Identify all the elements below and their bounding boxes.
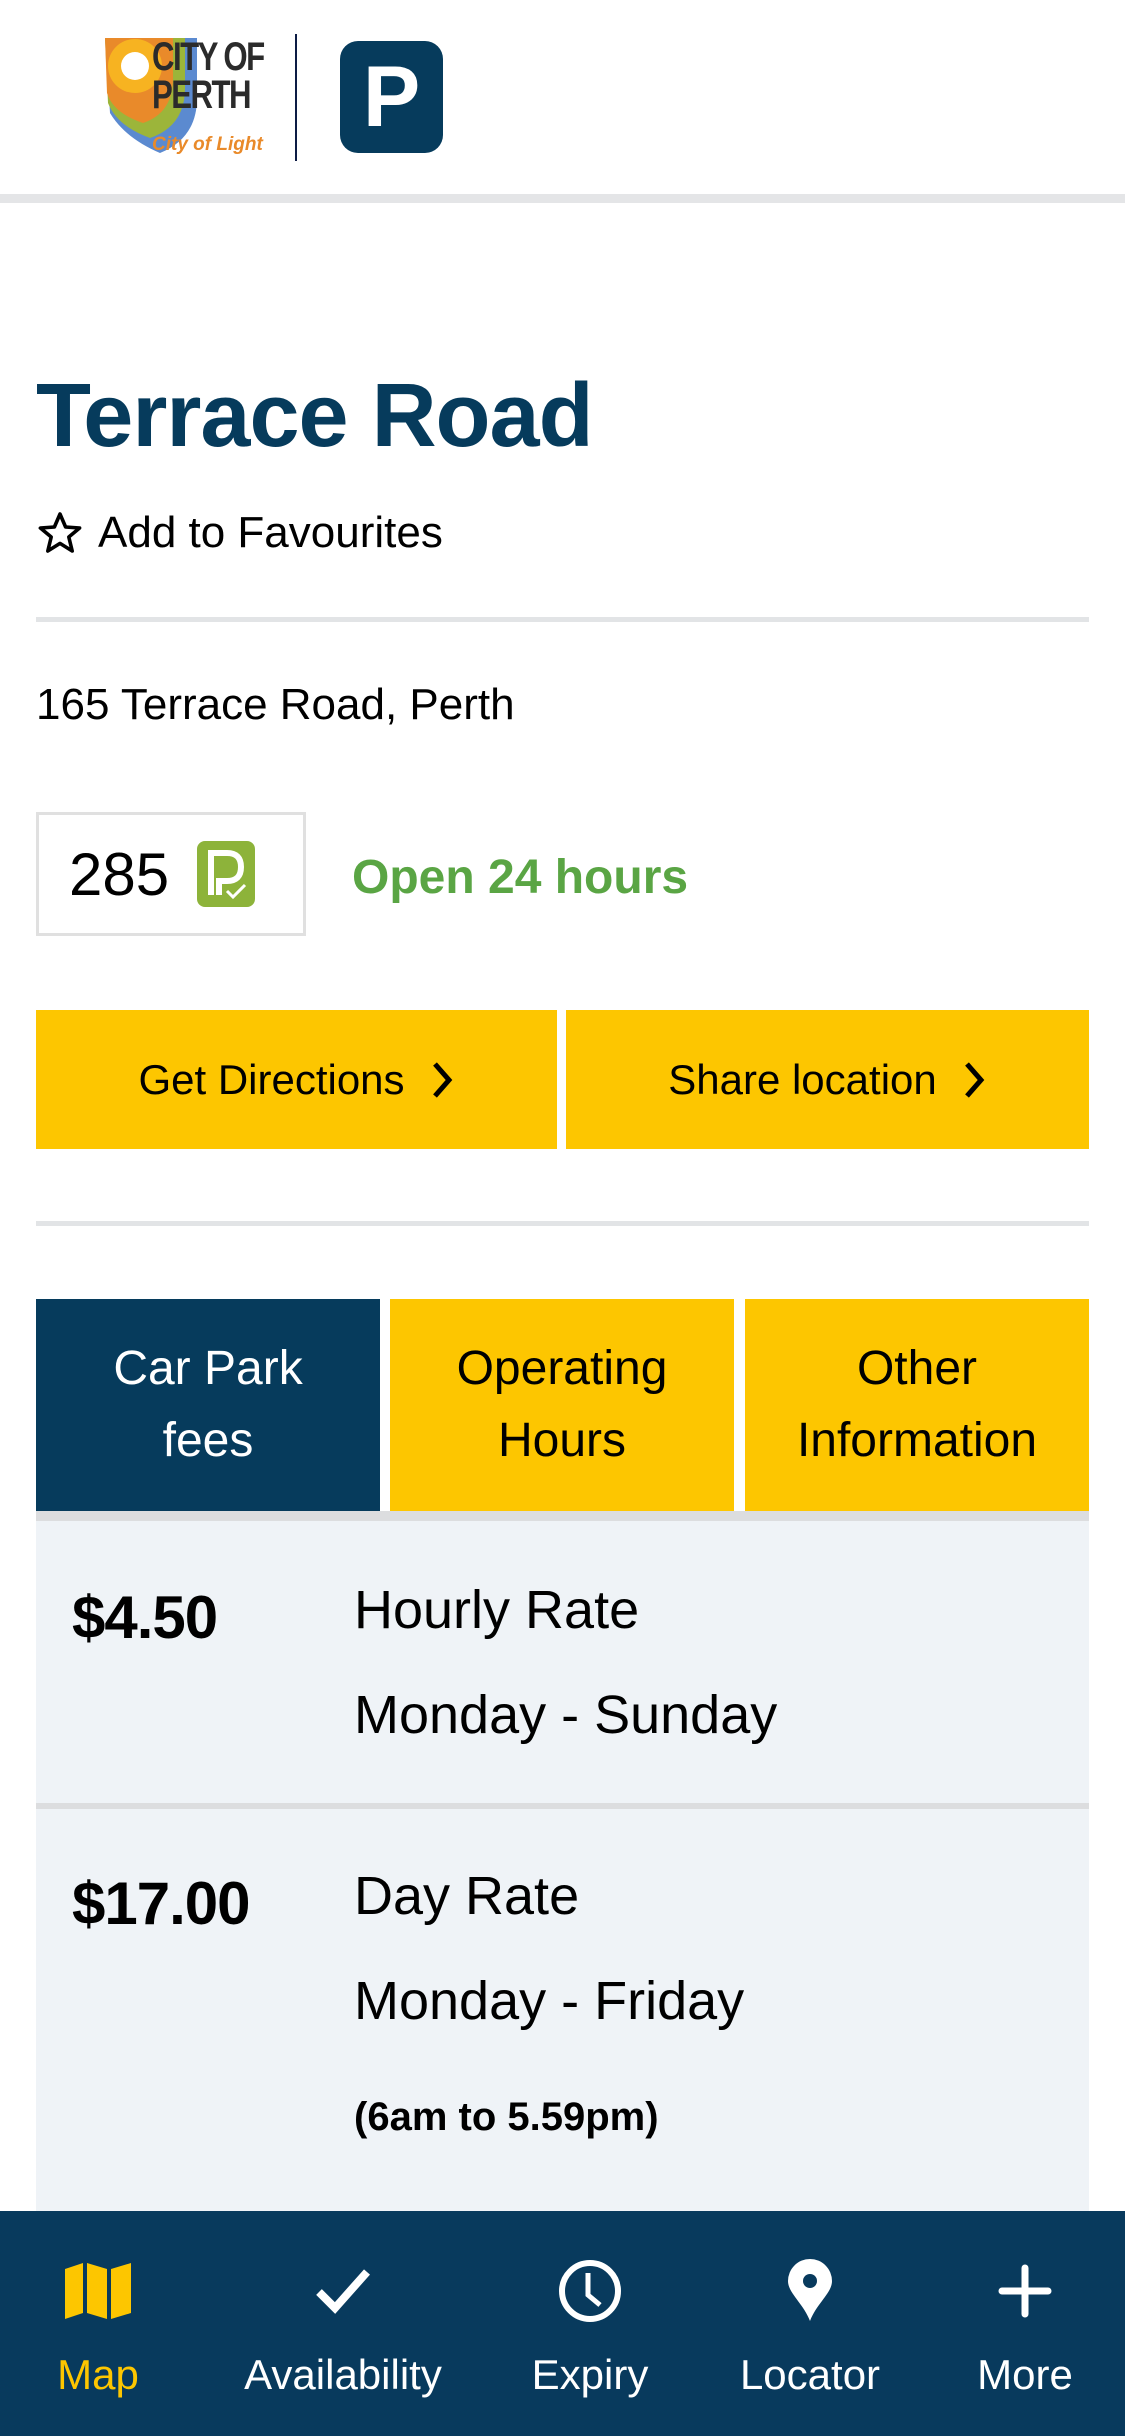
tab-other-information[interactable]: Other Information — [745, 1299, 1089, 1511]
divider — [36, 1221, 1089, 1226]
parking-badge-icon: P — [340, 41, 443, 153]
fee-row: $4.50 Hourly Rate Monday - Sunday — [36, 1521, 1089, 1803]
bottom-nav: Map Availability Expiry Locator More — [0, 2211, 1125, 2436]
check-icon — [313, 2256, 373, 2326]
nav-label-expiry: Expiry — [531, 2351, 649, 2398]
open-status: Open 24 hours — [352, 851, 689, 904]
nav-item-expiry[interactable]: Expiry — [532, 2211, 648, 2436]
location-pin-icon — [785, 2256, 835, 2326]
available-bays-count: 285 — [69, 840, 170, 908]
tab-underline — [36, 1511, 1089, 1521]
nav-label-map: Map — [57, 2351, 139, 2398]
chevron-right-icon — [432, 1061, 452, 1098]
app-header: CITY OF PERTH City of Light P — [0, 0, 1125, 196]
page-title: Terrace Road — [36, 366, 594, 466]
get-directions-label: Get Directions — [138, 1055, 405, 1103]
fee-price: $4.50 — [72, 1584, 218, 1651]
nav-item-availability[interactable]: Availability — [243, 2211, 443, 2436]
available-bays-box: 285 — [36, 812, 306, 936]
logo-divider — [295, 34, 297, 161]
nav-label-locator: Locator — [739, 2351, 881, 2398]
logo-wordmark: CITY OF PERTH — [152, 35, 265, 117]
logo-line-2: PERTH — [152, 73, 252, 117]
tab-car-park-fees[interactable]: Car Park fees — [36, 1299, 380, 1511]
get-directions-button[interactable]: Get Directions — [36, 1010, 557, 1149]
carpark-address: 165 Terrace Road, Perth — [36, 680, 515, 729]
tab-label-line2: fees — [162, 1414, 254, 1467]
fee-price: $17.00 — [72, 1870, 251, 1937]
nav-label-availability: Availability — [244, 2351, 442, 2398]
nav-item-locator[interactable]: Locator — [740, 2211, 880, 2436]
fee-rate: Day Rate — [354, 1866, 580, 1926]
tab-label-line1: Other — [856, 1342, 978, 1395]
fee-rate: Hourly Rate — [354, 1580, 640, 1640]
parking-available-icon — [197, 841, 255, 907]
share-location-button[interactable]: Share location — [566, 1010, 1089, 1149]
add-to-favourites-button[interactable]: Add to Favourites — [36, 508, 443, 558]
clock-icon — [558, 2256, 622, 2326]
fee-days: Monday - Sunday — [354, 1685, 778, 1745]
star-icon — [38, 512, 82, 553]
chevron-right-icon — [964, 1061, 985, 1098]
favourites-label: Add to Favourites — [98, 508, 443, 557]
fee-row: $17.00 Day Rate Monday - Friday (6am to … — [36, 1809, 1089, 2211]
logo-line-1: CITY OF — [152, 35, 265, 79]
tab-operating-hours[interactable]: Operating Hours — [390, 1299, 734, 1511]
nav-item-map[interactable]: Map — [48, 2211, 148, 2436]
nav-item-more[interactable]: More — [975, 2211, 1075, 2436]
tab-label-line1: Car Park — [113, 1342, 303, 1395]
fee-note: (6am to 5.59pm) — [354, 2095, 659, 2139]
header-divider — [0, 194, 1125, 203]
divider — [36, 617, 1089, 622]
nav-label-more: More — [977, 2351, 1073, 2398]
fee-days: Monday - Friday — [354, 1971, 745, 2031]
share-location-label: Share location — [668, 1055, 937, 1103]
tab-label-line2: Hours — [497, 1414, 627, 1467]
tab-label-line2: Information — [796, 1414, 1038, 1467]
tab-label-line1: Operating — [456, 1342, 668, 1395]
logo-tagline: City of Light — [152, 134, 263, 155]
map-icon — [63, 2256, 133, 2326]
plus-icon — [998, 2256, 1052, 2326]
